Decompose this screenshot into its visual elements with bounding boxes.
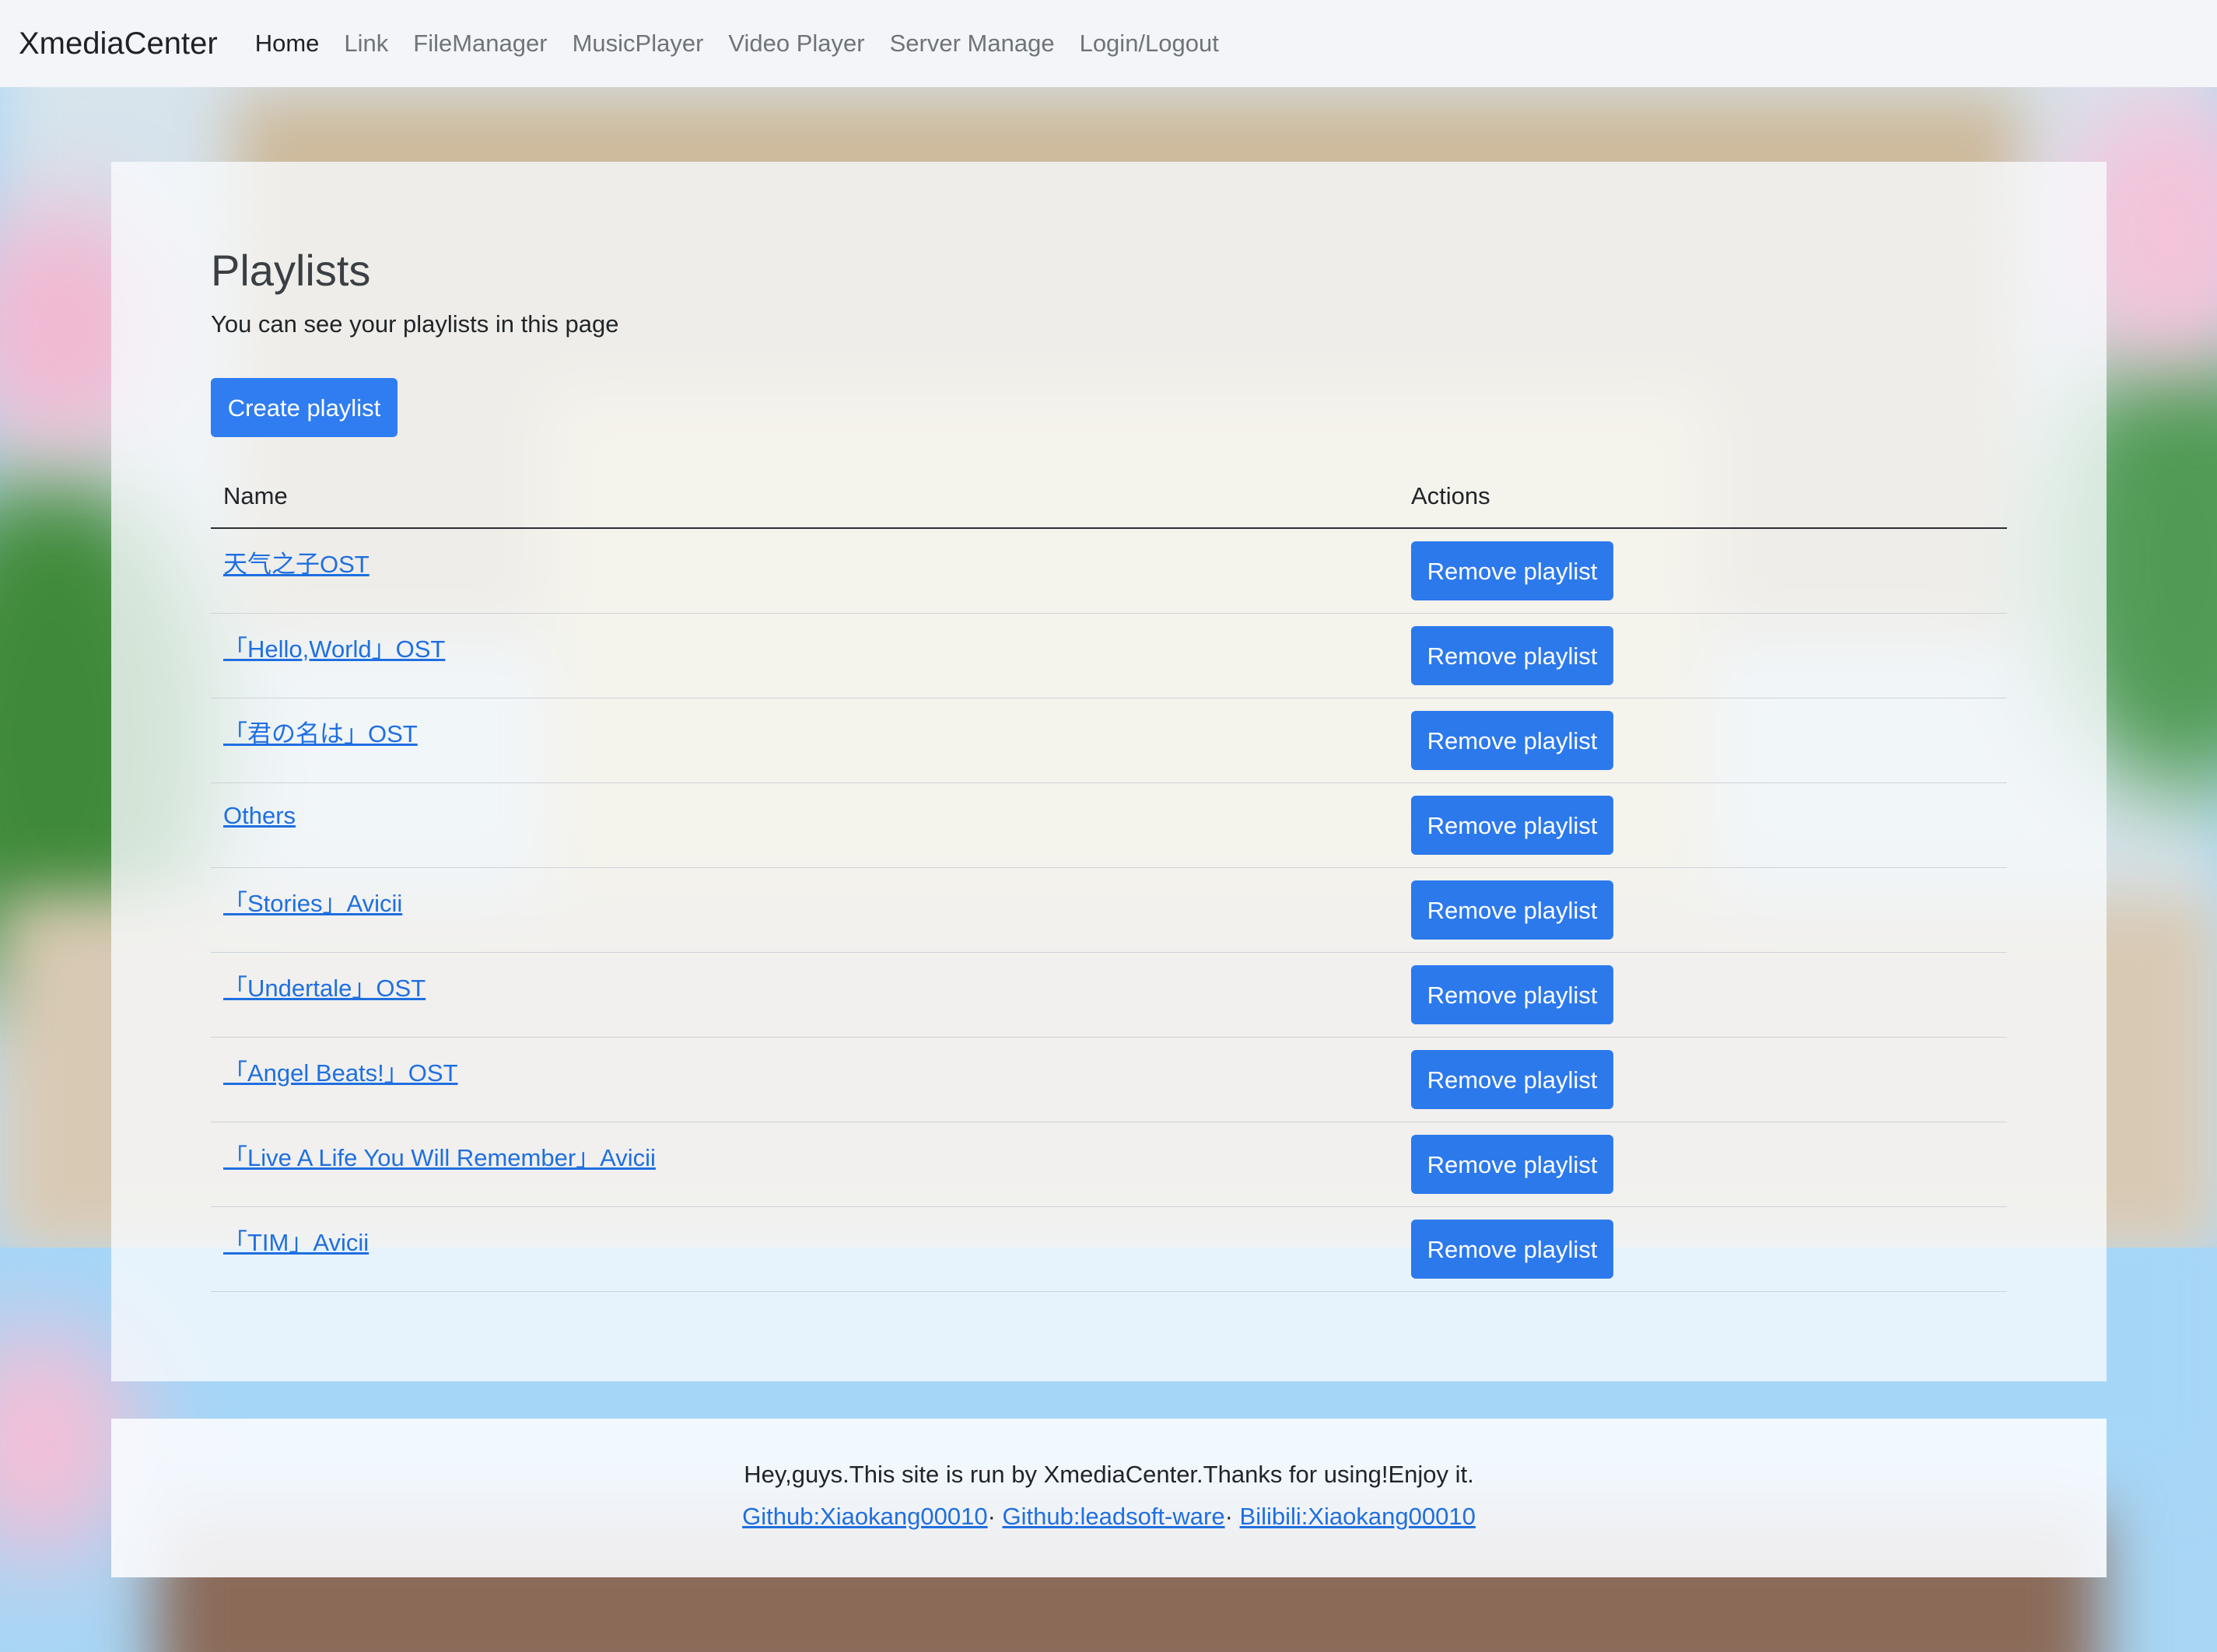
footer-links: Github:Xiaokang00010· Github:leadsoft-wa… <box>111 1500 2107 1534</box>
footer-text: Hey,guys.This site is run by XmediaCente… <box>744 1461 1474 1488</box>
brand-logo-link[interactable]: XmediaCenter <box>19 26 218 61</box>
nav-item-videoplayer[interactable]: Video Player <box>728 30 864 58</box>
remove-playlist-button[interactable]: Remove playlist <box>1411 541 1613 600</box>
table-row: 「Stories」Avicii Remove playlist <box>211 867 2007 953</box>
playlists-table: Name Actions 天气之子OST Remove playlist 「He… <box>211 465 2007 1292</box>
page-subtitle: You can see your playlists in this page <box>211 310 619 338</box>
table-row: Others Remove playlist <box>211 782 2007 868</box>
table-row: 「Undertale」OST Remove playlist <box>211 952 2007 1038</box>
playlist-link[interactable]: 「Hello,World」OST <box>223 635 445 663</box>
remove-playlist-button[interactable]: Remove playlist <box>1411 1135 1613 1194</box>
nav-item-filemanager[interactable]: FileManager <box>413 30 547 58</box>
nav-item-login-logout[interactable]: Login/Logout <box>1080 30 1219 58</box>
remove-playlist-button[interactable]: Remove playlist <box>1411 711 1613 770</box>
table-row: 天气之子OST Remove playlist <box>211 528 2007 614</box>
playlist-link[interactable]: 「Undertale」OST <box>223 975 426 1002</box>
playlist-link[interactable]: 「TIM」Avicii <box>223 1229 369 1256</box>
table-row: 「TIM」Avicii Remove playlist <box>211 1206 2007 1292</box>
footer-link-bilibili[interactable]: Bilibili:Xiaokang00010 <box>1240 1503 1476 1530</box>
nav-item-link[interactable]: Link <box>344 30 388 58</box>
column-header-actions: Actions <box>1399 465 2007 529</box>
top-navbar: XmediaCenter Home Link FileManager Music… <box>0 0 2217 87</box>
playlist-link[interactable]: 「君の名は」OST <box>223 720 418 747</box>
table-row: 「Hello,World」OST Remove playlist <box>211 613 2007 698</box>
footer-link-github-leadsoft[interactable]: Github:leadsoft-ware <box>1003 1503 1225 1530</box>
table-row: 「Live A Life You Will Remember」Avicii Re… <box>211 1122 2007 1207</box>
playlist-link[interactable]: 「Live A Life You Will Remember」Avicii <box>223 1144 656 1171</box>
remove-playlist-button[interactable]: Remove playlist <box>1411 796 1613 855</box>
remove-playlist-button[interactable]: Remove playlist <box>1411 880 1613 940</box>
table-row: 「Angel Beats!」OST Remove playlist <box>211 1037 2007 1122</box>
footer-separator: · <box>1224 1503 1233 1530</box>
playlist-link[interactable]: 「Stories」Avicii <box>223 890 402 917</box>
remove-playlist-button[interactable]: Remove playlist <box>1411 965 1613 1024</box>
playlist-link[interactable]: 「Angel Beats!」OST <box>223 1059 458 1087</box>
footer-separator: · <box>987 1503 996 1530</box>
remove-playlist-button[interactable]: Remove playlist <box>1411 626 1613 685</box>
page-title: Playlists <box>211 246 371 295</box>
footer-link-github-xiaokang[interactable]: Github:Xiaokang00010 <box>742 1503 987 1530</box>
column-header-name: Name <box>211 465 1399 529</box>
nav-item-home[interactable]: Home <box>255 30 320 58</box>
playlist-link[interactable]: Others <box>223 802 296 829</box>
remove-playlist-button[interactable]: Remove playlist <box>1411 1050 1613 1109</box>
remove-playlist-button[interactable]: Remove playlist <box>1411 1220 1613 1279</box>
table-header-row: Name Actions <box>211 465 2007 529</box>
create-playlist-button[interactable]: Create playlist <box>211 378 398 437</box>
table-row: 「君の名は」OST Remove playlist <box>211 698 2007 783</box>
playlist-link[interactable]: 天气之子OST <box>223 551 370 578</box>
page-footer: Hey,guys.This site is run by XmediaCente… <box>111 1419 2107 1577</box>
playlists-card: Playlists You can see your playlists in … <box>111 162 2107 1381</box>
card-content: Playlists You can see your playlists in … <box>211 240 2007 1292</box>
nav-item-musicplayer[interactable]: MusicPlayer <box>573 30 704 58</box>
nav-item-server-manage[interactable]: Server Manage <box>890 30 1055 58</box>
